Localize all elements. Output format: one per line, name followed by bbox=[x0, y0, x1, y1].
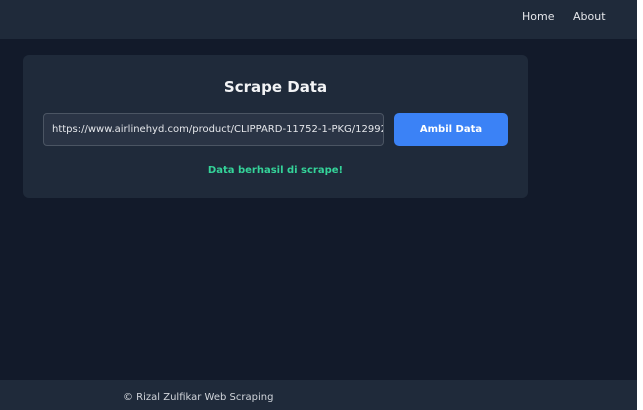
url-input[interactable]: https://www.airlinehyd.com/product/CLIPP… bbox=[43, 113, 384, 146]
nav-link-home[interactable]: Home bbox=[522, 10, 554, 24]
nav-link-about[interactable]: About bbox=[573, 10, 606, 24]
footer: © Rizal Zulfikar Web Scraping bbox=[0, 380, 637, 410]
footer-copyright: © Rizal Zulfikar Web Scraping bbox=[123, 392, 274, 403]
status-message: Data berhasil di scrape! bbox=[207, 165, 344, 176]
scrollbar[interactable] bbox=[637, 0, 643, 410]
card-title: Scrape Data bbox=[223, 78, 328, 96]
top-navbar: Home About bbox=[0, 0, 637, 39]
scrape-card: Scrape Data https://www.airlinehyd.com/p… bbox=[23, 55, 528, 198]
ambil-data-button[interactable]: Ambil Data bbox=[394, 113, 508, 146]
